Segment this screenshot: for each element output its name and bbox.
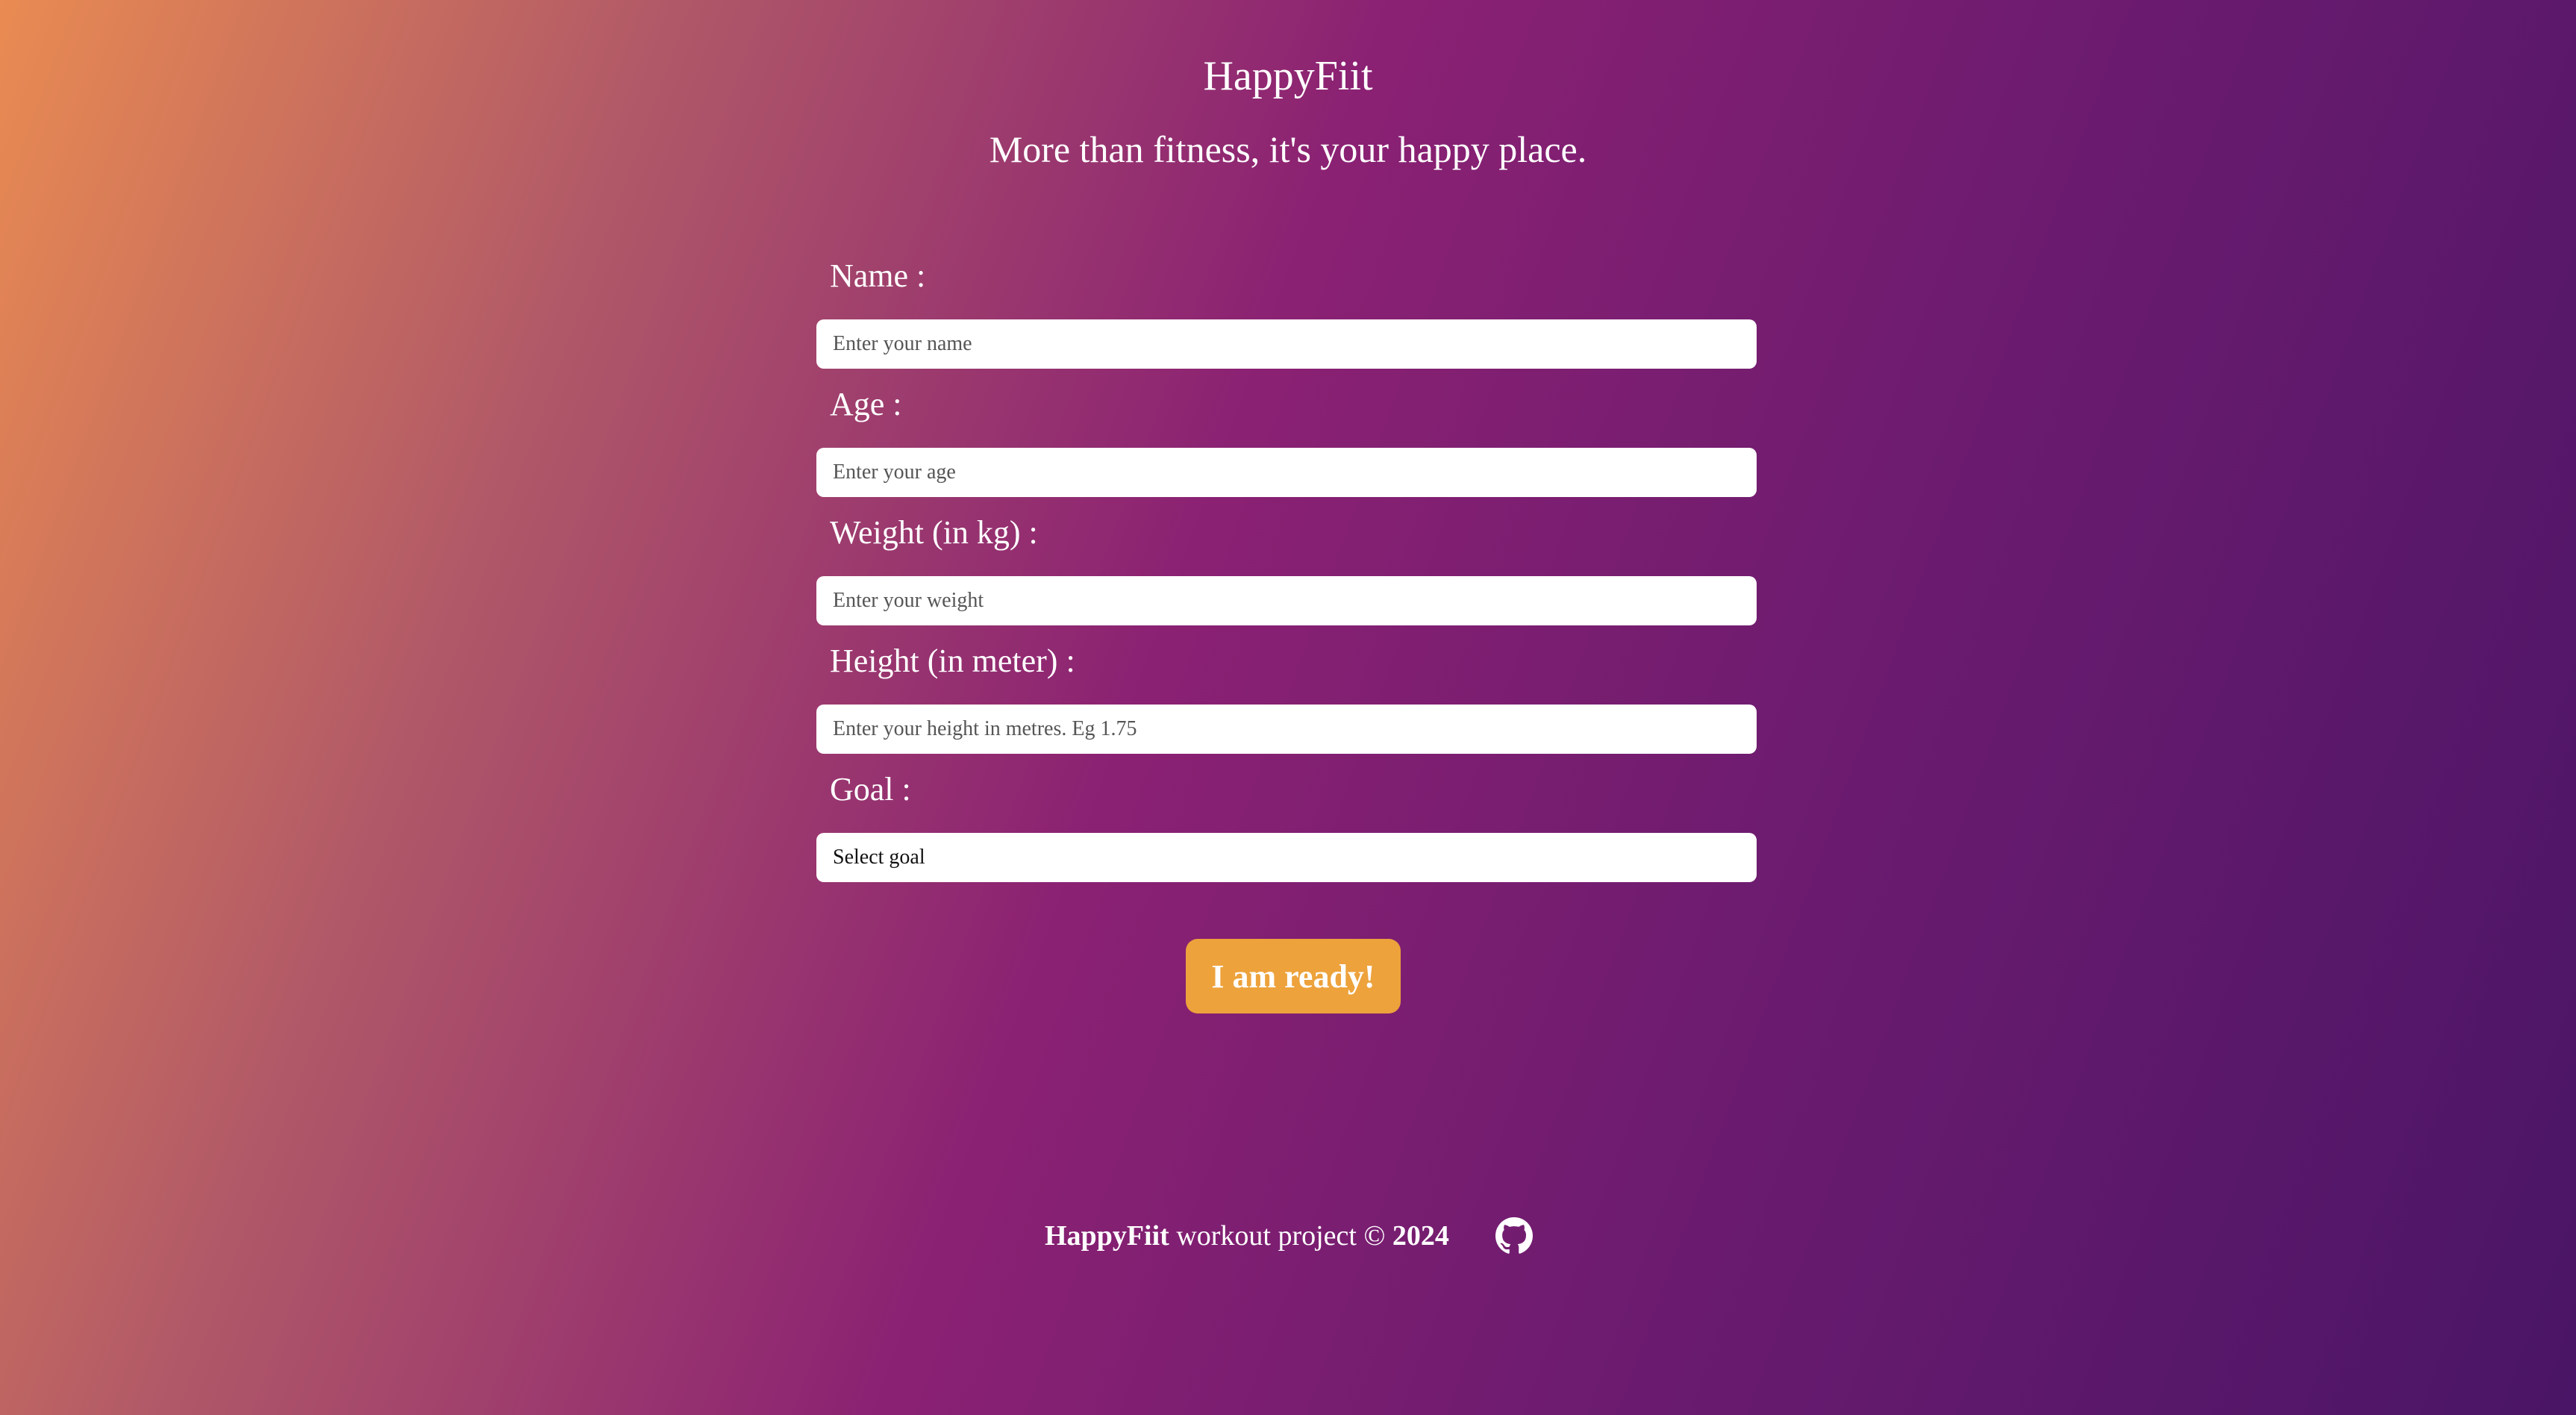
footer-year: 2024 xyxy=(1392,1220,1449,1252)
age-label: Age : xyxy=(830,386,902,422)
goal-label: Goal : xyxy=(830,771,911,808)
goal-select-value: Select goal xyxy=(833,846,925,869)
footer-credit: HappyFiit workout project © 2024 xyxy=(1045,1213,1449,1258)
name-input[interactable] xyxy=(816,319,1757,369)
height-label: Height (in meter) : xyxy=(830,643,1075,679)
github-icon xyxy=(1495,1217,1533,1254)
footer-text: workout project © xyxy=(1169,1220,1392,1252)
github-link[interactable] xyxy=(1495,1217,1533,1255)
weight-input[interactable] xyxy=(816,576,1757,625)
weight-label: Weight (in kg) : xyxy=(830,514,1038,551)
ready-button[interactable]: I am ready! xyxy=(1186,939,1401,1013)
page-footer: HappyFiit workout project © 2024 xyxy=(0,1213,2576,1258)
workout-form: Name : Age : Weight (in kg) : Height (in… xyxy=(816,249,1757,882)
footer-brand: HappyFiit xyxy=(1045,1220,1169,1252)
age-input[interactable] xyxy=(816,448,1757,497)
goal-select[interactable]: Select goal xyxy=(816,833,1757,882)
tagline: More than fitness, it's your happy place… xyxy=(989,128,1587,170)
page-header: HappyFiit More than fitness, it's your h… xyxy=(0,49,2576,176)
height-input[interactable] xyxy=(816,705,1757,754)
name-label: Name : xyxy=(830,257,926,294)
app-title: HappyFiit xyxy=(1203,53,1373,99)
